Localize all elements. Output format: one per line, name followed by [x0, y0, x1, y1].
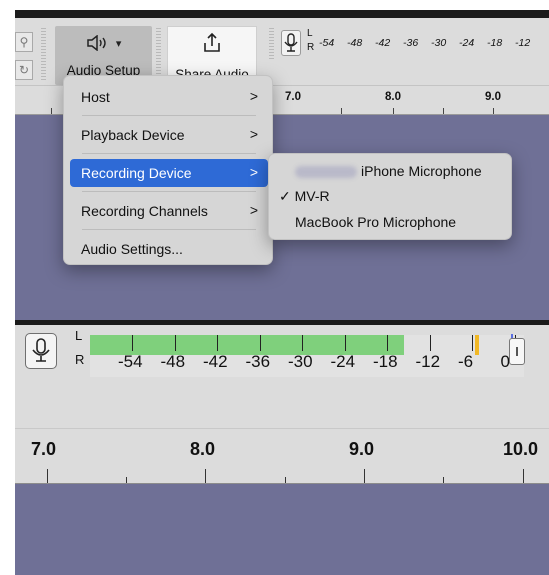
- menu-item-label: Recording Channels: [81, 203, 208, 219]
- checkmark-icon: ✓: [279, 188, 291, 204]
- meter-tick-mark: [429, 335, 431, 351]
- meter-peak-indicator: [475, 335, 480, 355]
- ruler-label: 9.0: [349, 439, 375, 459]
- submenu-item-macbook-pro-microphone[interactable]: MacBook Pro Microphone: [295, 214, 456, 230]
- menu-item-audio-settings[interactable]: Audio Settings...: [70, 235, 268, 263]
- ruler-label: 8.0: [190, 439, 216, 459]
- meter-tick-mark: [132, 335, 133, 351]
- chevron-down-icon: ▾: [115, 38, 122, 50]
- menu-item-recording-channels[interactable]: Recording Channels >: [70, 197, 268, 225]
- audacity-window: ⚲ ↻ ▾ Audio Setup Share Audio: [15, 10, 549, 575]
- menu-item-label: Playback Device: [81, 127, 185, 143]
- ruler-label: 10.0: [503, 439, 539, 459]
- loop-icon[interactable]: ↻: [15, 60, 33, 80]
- menu-item-host[interactable]: Host >: [70, 83, 268, 111]
- meter-tick-mark: [387, 335, 388, 351]
- meter-right-label: R: [307, 42, 315, 53]
- timeline-ruler-bottom[interactable]: 7.0 8.0 9.0 10.0: [15, 428, 549, 484]
- recording-meter-toolbar: L R -54 -48 -42 -36 -30 -24 -18 -12 -6 0: [15, 325, 549, 378]
- zoom-icon[interactable]: ⚲: [15, 32, 33, 52]
- ruler-label: 7.0: [31, 439, 57, 459]
- record-meter-mic-button[interactable]: [25, 333, 57, 369]
- meter-right-label: R: [75, 352, 85, 367]
- menu-item-label: Recording Device: [81, 165, 192, 181]
- meter-tick: -54: [118, 352, 143, 371]
- meter-tick: -42: [375, 37, 391, 49]
- menu-item-playback-device[interactable]: Playback Device >: [70, 121, 268, 149]
- top-record-meter[interactable]: -54 -48 -42 -36 -30 -24 -18 -12: [319, 29, 549, 56]
- meter-tick-mark: [344, 335, 346, 351]
- recording-device-submenu: iPhone Microphone ✓ MV-R MacBook Pro Mic…: [268, 153, 512, 240]
- meter-tick: -48: [160, 352, 186, 371]
- meter-tick: -42: [203, 352, 228, 371]
- ruler-label: 7.0: [285, 91, 301, 103]
- record-meter-mic-button[interactable]: [281, 30, 301, 56]
- toolbar-grip[interactable]: [156, 26, 161, 80]
- toolbar-grip[interactable]: [41, 26, 46, 80]
- meter-tick: -12: [515, 37, 531, 49]
- meter-tick-mark: [259, 335, 261, 351]
- menu-item-recording-device[interactable]: Recording Device >: [70, 159, 268, 187]
- chevron-right-icon: >: [249, 164, 258, 180]
- audio-track-area[interactable]: [15, 484, 549, 575]
- chevron-right-icon: >: [249, 202, 258, 218]
- meter-tick: -12: [415, 352, 441, 371]
- meter-tick-mark: [217, 335, 218, 351]
- audio-setup-menu: Host > Playback Device > Recording Devic…: [63, 75, 273, 265]
- meter-tick: -18: [373, 352, 398, 371]
- menu-item-label: Host: [81, 89, 110, 105]
- meter-tick-mark: [302, 335, 303, 351]
- meter-left-label: L: [307, 28, 313, 39]
- meter-tick: -18: [487, 37, 503, 49]
- meter-tick: -30: [431, 37, 447, 49]
- meter-tick-mark: [472, 335, 473, 351]
- meter-tick: -54: [319, 37, 335, 49]
- submenu-item-iphone-microphone[interactable]: iPhone Microphone: [295, 163, 482, 179]
- microphone-icon: [32, 338, 50, 362]
- meter-tick: -48: [347, 37, 363, 49]
- meter-tick: -24: [459, 37, 475, 49]
- meter-tick-mark: [174, 335, 176, 351]
- meter-tick: -36: [245, 352, 271, 371]
- redacted-name: [295, 166, 357, 179]
- meter-tick: -6: [458, 352, 474, 371]
- share-icon: [168, 32, 256, 59]
- meter-tick: -30: [288, 352, 313, 371]
- submenu-item-mv-r[interactable]: ✓ MV-R: [279, 188, 330, 205]
- meter-tick: -36: [403, 37, 419, 49]
- menu-item-label: Audio Settings...: [81, 241, 183, 257]
- meter-slider-handle[interactable]: [509, 338, 525, 365]
- ruler-label: 9.0: [485, 91, 501, 103]
- microphone-icon: [284, 33, 298, 52]
- chevron-right-icon: >: [249, 88, 258, 104]
- speaker-icon: ▾: [55, 34, 152, 52]
- ruler-label: 8.0: [385, 91, 401, 103]
- toolbar-area: [15, 378, 549, 428]
- top-toolbar: ⚲ ↻ ▾ Audio Setup Share Audio: [15, 10, 549, 85]
- chevron-right-icon: >: [249, 126, 258, 142]
- meter-left-label: L: [75, 328, 83, 343]
- toolbar-grip[interactable]: [269, 26, 274, 60]
- meter-tick: -24: [330, 352, 356, 371]
